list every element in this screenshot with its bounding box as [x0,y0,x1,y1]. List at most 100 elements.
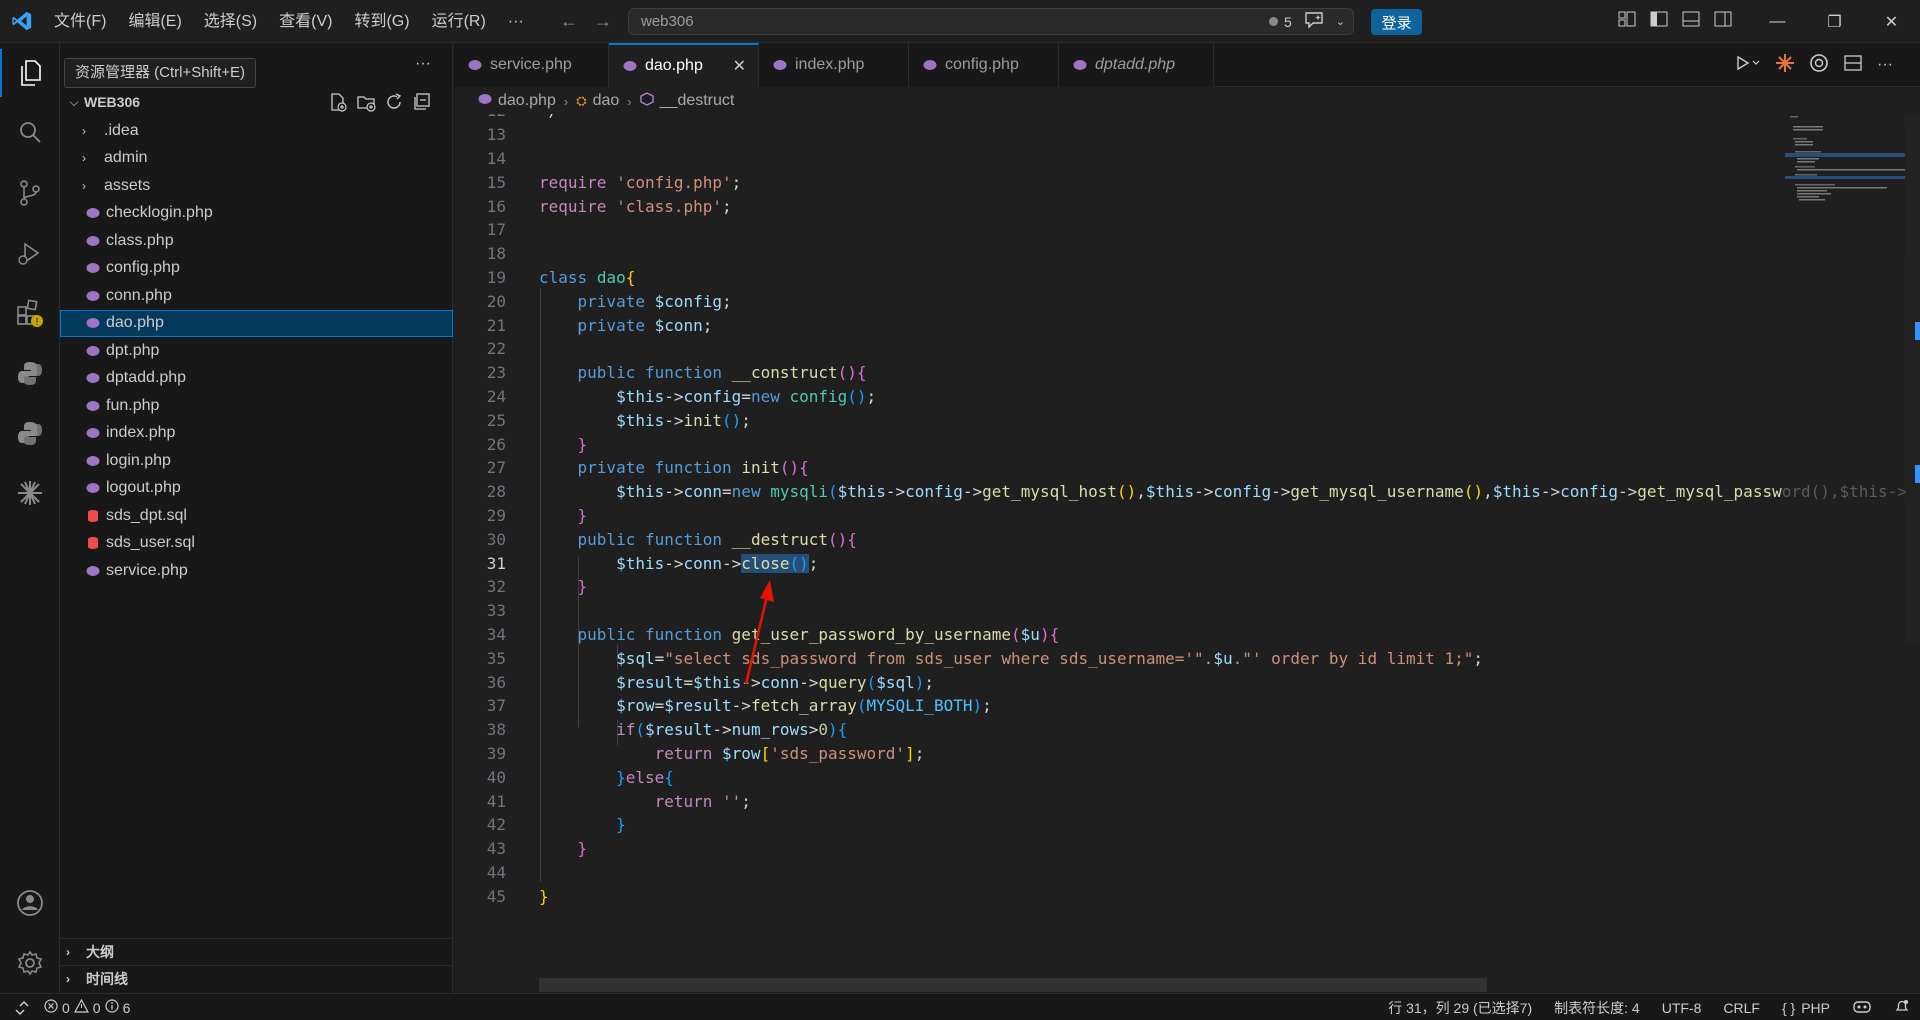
vertical-scrollbar[interactable] [1905,114,1920,642]
code-line[interactable]: 17 [454,218,1920,242]
refresh-icon[interactable] [384,92,404,117]
file-item[interactable]: config.php [60,255,453,283]
account-icon[interactable] [0,879,60,927]
tab-dao-php[interactable]: dao.php ✕ [609,43,759,87]
code-line[interactable]: 32 } [454,575,1920,599]
code-line[interactable]: 15 require 'config.php'; [454,170,1920,194]
code-line[interactable]: 14 [454,147,1920,171]
minimize-icon[interactable]: — [1749,0,1806,43]
menu-run[interactable]: 运行(R) [421,0,497,43]
workspace-header[interactable]: ⌵ WEB306 [60,90,453,114]
code-line[interactable]: 26 } [454,432,1920,456]
notifications-bell-icon[interactable] [1894,998,1910,1017]
language-mode[interactable]: { } PHP [1782,1000,1830,1016]
chevron-down-icon[interactable]: ⌄ [1336,15,1345,28]
tab-dptadd-php[interactable]: dptadd.php [1059,43,1214,87]
code-line[interactable]: 37 $row=$result->fetch_array(MYSQLI_BOTH… [454,694,1920,718]
restore-icon[interactable]: ❐ [1806,0,1863,43]
outline-section[interactable]: › 大纲 [60,938,453,965]
code-line[interactable]: 30 public function __destruct(){ [454,527,1920,551]
problems-indicator[interactable]: 0 0 6 [44,998,130,1016]
login-button[interactable]: 登录 [1371,9,1422,35]
code-line[interactable]: 27 private function init(){ [454,456,1920,480]
code-line[interactable]: 31 $this->conn->close(); [454,551,1920,575]
toggle-panel-icon[interactable] [1682,11,1700,32]
close-window-icon[interactable]: ✕ [1863,0,1920,43]
file-item[interactable]: dptadd.php [60,365,453,393]
code-line[interactable]: 24 $this->config=new config(); [454,385,1920,409]
file-item[interactable]: conn.php [60,282,453,310]
menu-go[interactable]: 转到(G) [343,0,420,43]
folder-item[interactable]: › .idea [60,117,453,145]
folder-item[interactable]: › admin [60,145,453,173]
new-folder-icon[interactable] [356,92,376,117]
starburst-icon[interactable] [0,469,60,517]
tab-config-php[interactable]: config.php [909,43,1059,87]
openai-icon[interactable] [1809,53,1829,78]
toggle-secondary-sidebar-icon[interactable] [1714,11,1732,32]
split-editor-icon[interactable] [1843,54,1863,77]
breadcrumb-method[interactable]: __destruct [660,92,735,110]
menu-more[interactable]: ··· [497,0,535,43]
extensions-warning-icon[interactable]: ! [0,289,60,337]
python-icon[interactable] [0,349,60,397]
run-icon[interactable] [1735,54,1761,77]
forward-arrow-icon[interactable]: → [594,11,612,32]
code-line[interactable]: 34 public function get_user_password_by_… [454,623,1920,647]
notification-indicator[interactable]: 5 [1268,14,1292,30]
customize-layout-icon[interactable] [1618,11,1636,32]
code-line[interactable]: 28 $this->conn=new mysqli($this->config-… [454,480,1920,504]
code-line[interactable]: 19 class dao{ [454,266,1920,290]
code-line[interactable]: 35 $sql="select sds_password from sds_us… [454,646,1920,670]
python-env-icon[interactable] [0,409,60,457]
code-line[interactable]: 44 [454,861,1920,885]
breadcrumb-file[interactable]: dao.php [498,92,556,110]
breadcrumb-class[interactable]: dao [593,92,620,110]
claude-icon[interactable] [1775,53,1795,78]
search-icon[interactable] [0,109,60,157]
file-item[interactable]: index.php [60,420,453,448]
file-item[interactable]: sds_user.sql [60,530,453,558]
code-line[interactable]: 36 $result=$this->conn->query($sql); [454,670,1920,694]
code-line[interactable]: 38 if($result->num_rows>0){ [454,718,1920,742]
horizontal-scrollbar[interactable] [539,978,1487,992]
code-line[interactable]: 20 private $config; [454,289,1920,313]
source-control-icon[interactable] [0,169,60,217]
menu-edit[interactable]: 编辑(E) [117,0,192,43]
code-line[interactable]: 42 } [454,813,1920,837]
tab-size[interactable]: 制表符长度: 4 [1554,998,1640,1018]
code-line[interactable]: 43 } [454,837,1920,861]
code-line[interactable]: 13 [454,123,1920,147]
minimap[interactable] [1785,114,1907,204]
file-item[interactable]: dao.php [60,309,453,337]
explorer-more-actions[interactable]: ··· [415,55,431,73]
code-line[interactable]: 39 return $row['sds_password']; [454,742,1920,766]
code-line[interactable]: 23 public function __construct(){ [454,361,1920,385]
toggle-primary-sidebar-icon[interactable] [1650,11,1668,32]
code-editor[interactable]: 12 */ 13 14 15 require 'config.php'; 16 require… [454,114,1920,993]
tab-service-php[interactable]: service.php [454,43,609,87]
explorer-icon[interactable] [0,49,60,97]
code-line[interactable]: 41 return ''; [454,789,1920,813]
file-item[interactable]: logout.php [60,475,453,503]
code-line[interactable]: 21 private $conn; [454,313,1920,337]
code-line[interactable]: 29 } [454,504,1920,528]
run-debug-icon[interactable] [0,229,60,277]
code-line[interactable]: 18 [454,242,1920,266]
tab-index-php[interactable]: index.php [759,43,909,87]
cursor-position[interactable]: 行 31，列 29 (已选择7) [1388,998,1532,1018]
file-item[interactable]: class.php [60,227,453,255]
menu-file[interactable]: 文件(F) [43,0,117,43]
code-line[interactable]: 45} [454,884,1920,908]
code-line[interactable]: 33 [454,599,1920,623]
new-file-icon[interactable] [328,92,348,117]
menu-view[interactable]: 查看(V) [268,0,343,43]
code-line[interactable]: 25 $this->init(); [454,408,1920,432]
timeline-section[interactable]: › 时间线 [60,965,453,992]
code-line[interactable]: 16 require 'class.php'; [454,194,1920,218]
settings-gear-icon[interactable] [0,939,60,987]
code-line[interactable]: 22 [454,337,1920,361]
file-item[interactable]: checklogin.php [60,200,453,228]
encoding[interactable]: UTF-8 [1662,1000,1702,1016]
collapse-all-icon[interactable] [412,92,432,117]
